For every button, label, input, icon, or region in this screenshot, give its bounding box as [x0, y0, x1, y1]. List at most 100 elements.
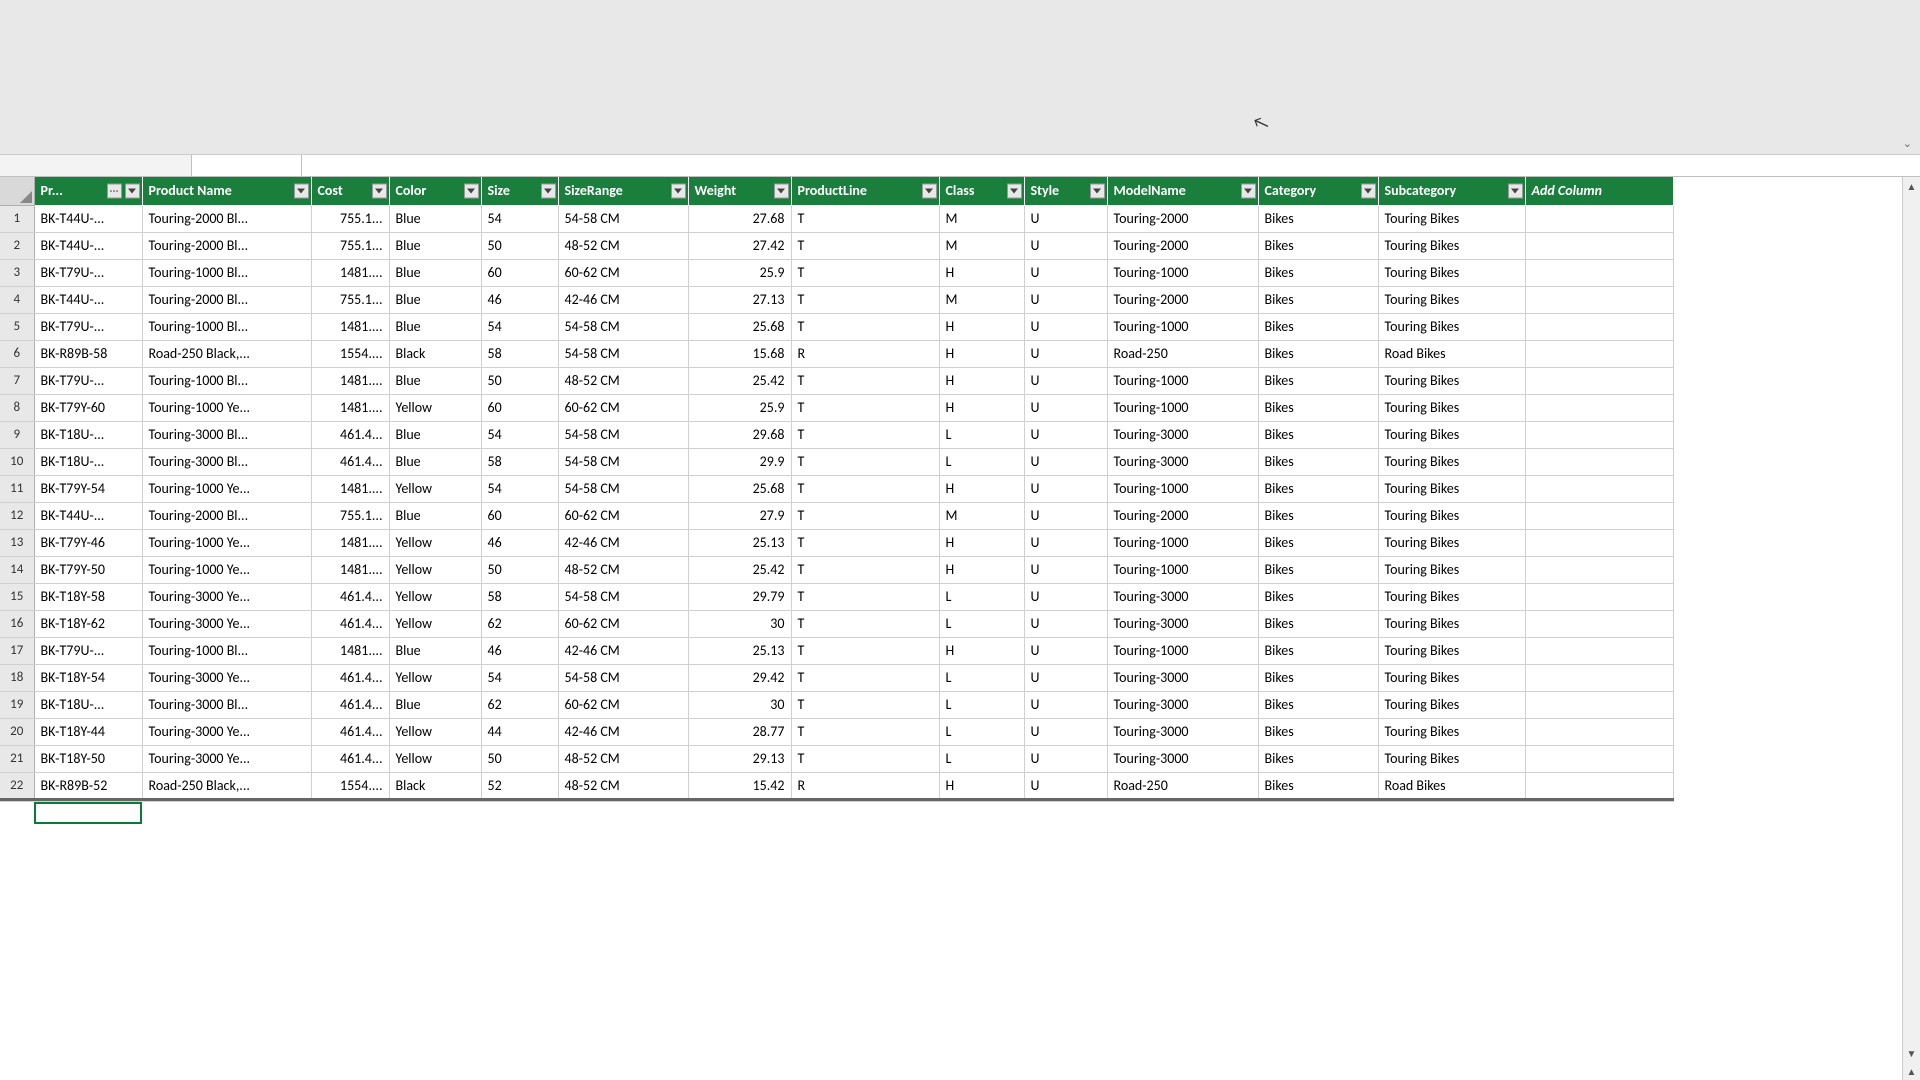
cell-class[interactable]: M — [939, 502, 1024, 529]
cell-cost[interactable]: 1481.... — [311, 637, 389, 664]
row-number[interactable]: 10 — [0, 448, 34, 475]
cell-size[interactable]: 50 — [481, 556, 558, 583]
row-number[interactable]: 6 — [0, 340, 34, 367]
column-header-class[interactable]: Class — [939, 177, 1024, 205]
cell-model_name[interactable]: Touring-3000 — [1107, 691, 1258, 718]
cell-empty[interactable] — [1525, 772, 1673, 799]
cell-class[interactable]: L — [939, 664, 1024, 691]
cell-category[interactable]: Bikes — [1258, 502, 1378, 529]
cell-cost[interactable]: 461.4... — [311, 583, 389, 610]
cell-product_line[interactable]: T — [791, 313, 939, 340]
cell-class[interactable]: L — [939, 691, 1024, 718]
cell-size[interactable]: 54 — [481, 313, 558, 340]
cell-style[interactable]: U — [1024, 286, 1107, 313]
cell-size[interactable]: 50 — [481, 367, 558, 394]
column-header-subcategory[interactable]: Subcategory — [1378, 177, 1525, 205]
cell-empty[interactable] — [1525, 340, 1673, 367]
cell-model_name[interactable]: Touring-3000 — [1107, 583, 1258, 610]
cell-subcategory[interactable]: Touring Bikes — [1378, 286, 1525, 313]
row-number[interactable]: 5 — [0, 313, 34, 340]
cell-product_code[interactable]: BK-T18U-... — [34, 691, 142, 718]
cell-subcategory[interactable]: Touring Bikes — [1378, 502, 1525, 529]
row-number[interactable]: 15 — [0, 583, 34, 610]
cell-model_name[interactable]: Touring-1000 — [1107, 394, 1258, 421]
table-row[interactable]: 12BK-T44U-...Touring-2000 Bl...755.1...B… — [0, 502, 1673, 529]
cell-product_line[interactable]: R — [791, 340, 939, 367]
cell-size_range[interactable]: 48-52 CM — [558, 772, 688, 799]
cell-color[interactable]: Yellow — [389, 556, 481, 583]
cell-model_name[interactable]: Road-250 — [1107, 340, 1258, 367]
cell-empty[interactable] — [1525, 259, 1673, 286]
cell-cost[interactable]: 755.1... — [311, 205, 389, 232]
cell-weight[interactable]: 25.68 — [688, 475, 791, 502]
cell-product_name[interactable]: Touring-1000 Ye... — [142, 394, 311, 421]
cell-subcategory[interactable]: Touring Bikes — [1378, 664, 1525, 691]
cell-category[interactable]: Bikes — [1258, 637, 1378, 664]
cell-product_name[interactable]: Touring-1000 Ye... — [142, 475, 311, 502]
cell-product_code[interactable]: BK-R89B-52 — [34, 772, 142, 799]
cell-product_name[interactable]: Touring-3000 Ye... — [142, 664, 311, 691]
cell-size_range[interactable]: 60-62 CM — [558, 394, 688, 421]
cell-product_code[interactable]: BK-T79Y-46 — [34, 529, 142, 556]
cell-weight[interactable]: 29.42 — [688, 664, 791, 691]
row-number[interactable]: 8 — [0, 394, 34, 421]
column-header-size_range[interactable]: SizeRange — [558, 177, 688, 205]
cell-product_line[interactable]: T — [791, 718, 939, 745]
cell-empty[interactable] — [1525, 556, 1673, 583]
cell-color[interactable]: Blue — [389, 448, 481, 475]
cell-size_range[interactable]: 48-52 CM — [558, 367, 688, 394]
cell-category[interactable]: Bikes — [1258, 232, 1378, 259]
cell-style[interactable]: U — [1024, 313, 1107, 340]
table-row[interactable]: 3BK-T79U-...Touring-1000 Bl...1481....Bl… — [0, 259, 1673, 286]
table-row[interactable]: 21BK-T18Y-50Touring-3000 Ye...461.4...Ye… — [0, 745, 1673, 772]
cell-empty[interactable] — [1525, 610, 1673, 637]
cell-weight[interactable]: 30 — [688, 610, 791, 637]
cell-weight[interactable]: 25.9 — [688, 394, 791, 421]
cell-category[interactable]: Bikes — [1258, 286, 1378, 313]
cell-size_range[interactable]: 60-62 CM — [558, 691, 688, 718]
cell-empty[interactable] — [1525, 718, 1673, 745]
cell-size[interactable]: 50 — [481, 232, 558, 259]
cell-weight[interactable]: 25.13 — [688, 637, 791, 664]
cell-model_name[interactable]: Touring-1000 — [1107, 313, 1258, 340]
cell-product_name[interactable]: Touring-3000 Bl... — [142, 448, 311, 475]
cell-product_line[interactable]: R — [791, 772, 939, 799]
cell-subcategory[interactable]: Touring Bikes — [1378, 556, 1525, 583]
cell-category[interactable]: Bikes — [1258, 313, 1378, 340]
cell-weight[interactable]: 29.68 — [688, 421, 791, 448]
add-column-button[interactable]: Add Column — [1525, 177, 1673, 205]
cell-category[interactable]: Bikes — [1258, 583, 1378, 610]
cell-cost[interactable]: 755.1... — [311, 502, 389, 529]
cell-product_name[interactable]: Touring-3000 Ye... — [142, 718, 311, 745]
cell-class[interactable]: L — [939, 610, 1024, 637]
cell-subcategory[interactable]: Touring Bikes — [1378, 232, 1525, 259]
table-row[interactable]: 11BK-T79Y-54Touring-1000 Ye...1481....Ye… — [0, 475, 1673, 502]
cell-model_name[interactable]: Touring-3000 — [1107, 448, 1258, 475]
cell-product_code[interactable]: BK-T79U-... — [34, 367, 142, 394]
cell-class[interactable]: M — [939, 205, 1024, 232]
cell-size[interactable]: 60 — [481, 259, 558, 286]
cell-category[interactable]: Bikes — [1258, 718, 1378, 745]
cell-color[interactable]: Blue — [389, 502, 481, 529]
cell-model_name[interactable]: Touring-1000 — [1107, 475, 1258, 502]
cell-model_name[interactable]: Touring-1000 — [1107, 367, 1258, 394]
cell-subcategory[interactable]: Road Bikes — [1378, 340, 1525, 367]
cell-cost[interactable]: 1481.... — [311, 367, 389, 394]
cell-style[interactable]: U — [1024, 637, 1107, 664]
row-number[interactable]: 1 — [0, 205, 34, 232]
cell-subcategory[interactable]: Touring Bikes — [1378, 394, 1525, 421]
table-row[interactable]: 14BK-T79Y-50Touring-1000 Ye...1481....Ye… — [0, 556, 1673, 583]
filter-dropdown-icon[interactable] — [1361, 183, 1376, 198]
cell-cost[interactable]: 1481.... — [311, 313, 389, 340]
cell-size_range[interactable]: 42-46 CM — [558, 529, 688, 556]
table-row[interactable]: 10BK-T18U-...Touring-3000 Bl...461.4...B… — [0, 448, 1673, 475]
scroll-up-secondary-icon[interactable]: ▲ — [1903, 1062, 1920, 1080]
cell-product_name[interactable]: Touring-1000 Bl... — [142, 259, 311, 286]
cell-style[interactable]: U — [1024, 745, 1107, 772]
cell-cost[interactable]: 1481.... — [311, 529, 389, 556]
fx-box[interactable] — [192, 155, 302, 176]
cell-cost[interactable]: 755.1... — [311, 232, 389, 259]
cell-color[interactable]: Blue — [389, 286, 481, 313]
cell-product_name[interactable]: Touring-2000 Bl... — [142, 286, 311, 313]
cell-weight[interactable]: 27.13 — [688, 286, 791, 313]
